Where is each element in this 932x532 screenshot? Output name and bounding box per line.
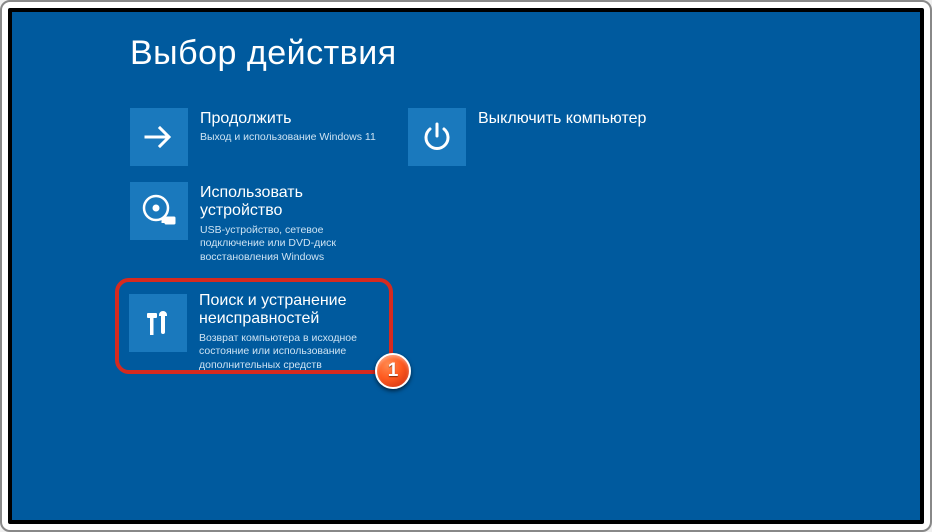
tile-row-1: Продолжить Выход и использование Windows… bbox=[130, 108, 730, 168]
tile-continue-text: Продолжить Выход и использование Windows… bbox=[188, 108, 388, 145]
tile-use-device-desc: USB-устройство, сетевое подключение или … bbox=[200, 224, 388, 264]
tile-continue-title: Продолжить bbox=[200, 110, 388, 128]
tile-grid: Продолжить Выход и использование Windows… bbox=[130, 108, 730, 278]
tile-shutdown[interactable]: Выключить компьютер bbox=[408, 108, 666, 168]
tile-use-device[interactable]: Использовать устройство USB-устройство, … bbox=[130, 182, 388, 264]
tile-troubleshoot-title: Поиск и устранение неисправностей bbox=[199, 292, 383, 329]
tools-icon bbox=[129, 294, 187, 352]
callout-highlight: Поиск и устранение неисправностей Возвра… bbox=[115, 278, 393, 374]
tile-shutdown-title: Выключить компьютер bbox=[478, 110, 666, 128]
tile-troubleshoot-desc: Возврат компьютера в исходное состояние … bbox=[199, 332, 383, 372]
tile-continue-desc: Выход и использование Windows 11 bbox=[200, 131, 388, 144]
disc-usb-icon bbox=[130, 182, 188, 240]
tile-troubleshoot[interactable]: Поиск и устранение неисправностей Возвра… bbox=[129, 288, 383, 372]
callout-badge-1: 1 bbox=[375, 353, 411, 389]
winre-screen: Выбор действия Продолжить bbox=[8, 8, 924, 524]
tile-shutdown-text: Выключить компьютер bbox=[466, 108, 666, 131]
tile-troubleshoot-text: Поиск и устранение неисправностей Возвра… bbox=[187, 288, 383, 372]
tile-continue[interactable]: Продолжить Выход и использование Windows… bbox=[130, 108, 388, 168]
tile-use-device-text: Использовать устройство USB-устройство, … bbox=[188, 182, 388, 264]
arrow-right-icon bbox=[130, 108, 188, 166]
screenshot-frame: Выбор действия Продолжить bbox=[0, 0, 932, 532]
page-title: Выбор действия bbox=[130, 34, 397, 73]
tile-use-device-title: Использовать устройство bbox=[200, 184, 388, 221]
power-icon bbox=[408, 108, 466, 166]
tile-row-2: Использовать устройство USB-устройство, … bbox=[130, 182, 730, 264]
